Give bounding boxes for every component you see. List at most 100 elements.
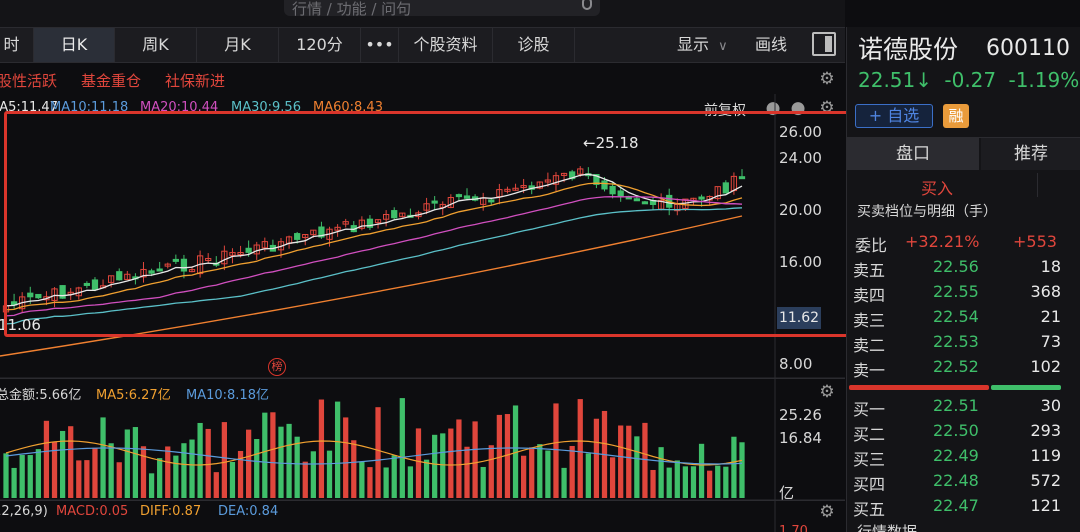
volume-bar [407,466,414,498]
tab-orderbook[interactable]: 盘口 [847,138,979,170]
buy-level-row[interactable]: 买四 22.48 572 [847,471,1080,495]
volume-bar [148,473,155,498]
add-watchlist-button[interactable]: + 自选 [855,104,933,128]
volume-bar [367,467,373,498]
volume-bar [674,460,680,498]
volume-bar [189,439,195,498]
volume-bar [84,460,90,498]
gear-icon[interactable]: ⚙ [819,71,835,88]
buy-level-row[interactable]: 买二 22.50 293 [847,421,1080,445]
buy-button[interactable]: 买入 [921,175,953,199]
volume-bar [229,461,236,498]
volume-bar [43,420,50,498]
macd-params: (12,26,9) [0,504,48,519]
level-label: 买五 [853,500,886,519]
volume-bar [140,446,147,498]
volume-bar [577,399,583,498]
volume-bar [731,436,737,498]
volume-bar [520,455,527,498]
search-input[interactable]: 行情 / 功能 / 问句 [284,0,600,18]
volume-bar [334,401,341,498]
volume-bar [343,417,349,498]
microphone-icon[interactable] [582,0,592,10]
volume-bar [391,455,397,498]
volume-bar [35,449,41,498]
stock-code: 600110 [986,36,1070,61]
volume-bar [326,450,333,498]
volume-bar [351,440,357,498]
rank-badge[interactable]: 榜 [268,358,286,376]
tab-monthly-k[interactable]: 月K [197,28,279,62]
volume-ma5-label: MA5:6.27亿 [96,388,171,403]
volume-bar [181,443,187,498]
draw-line-button[interactable]: 画线 [755,28,787,62]
volume-bar [585,453,591,498]
last-price: 22.51↓ [858,68,933,92]
ratio-diff: +553 [1013,232,1057,251]
ratio-pct: +32.21% [905,232,980,251]
divider [1037,173,1038,197]
sell-level-row[interactable]: 卖四 22.55 368 [847,282,1080,306]
volume-bar [68,426,74,498]
volume-bar [116,462,122,498]
gear-icon[interactable]: ⚙ [819,384,835,401]
sell-ratio-bar [849,385,989,390]
volume-bar [270,412,276,498]
tag-active[interactable]: 股性活跃 [0,70,57,91]
level-price: 22.52 [933,357,979,376]
sell-level-row[interactable]: 卖三 22.54 21 [847,307,1080,331]
volume-bar [213,472,219,498]
volume-ma10-label: MA10:8.18亿 [186,388,269,403]
level-label: 卖四 [853,286,886,305]
level-price: 22.49 [933,446,979,465]
tab-120min[interactable]: 120分 [279,28,361,62]
volume-bar [197,422,203,498]
tab-diagnosis[interactable]: 诊股 [493,28,575,62]
order-ratio-row: 委比 +32.21% +553 [847,232,1080,256]
level-volume: 293 [1030,421,1061,440]
volume-bar [609,457,616,498]
volume-bar [92,447,98,498]
buy-level-row[interactable]: 买五 22.47 121 [847,496,1080,520]
volume-bar [3,453,9,498]
tab-daily-k[interactable]: 日K [34,28,115,62]
level-volume: 121 [1030,496,1061,515]
volume-bar [124,429,130,498]
volume-bar [100,417,106,498]
level-price: 22.53 [933,332,979,351]
buy-level-row[interactable]: 买三 22.49 119 [847,446,1080,470]
macd-tick: 1.70 [779,524,808,532]
volume-bar [488,445,494,498]
sell-level-row[interactable]: 卖二 22.53 73 [847,332,1080,356]
highlight-box [4,111,912,337]
buy-level-row[interactable]: 买一 22.51 30 [847,396,1080,420]
sell-level-row[interactable]: 卖一 22.52 102 [847,357,1080,381]
tag-fund-holding[interactable]: 基金重仓 [81,70,141,91]
level-label: 买一 [853,400,886,419]
volume-bar [11,467,17,498]
level-volume: 30 [1040,396,1061,415]
volume-bar [173,455,179,498]
level-price: 22.51 [933,396,979,415]
more-tabs-button[interactable]: ••• [361,28,399,62]
sell-level-row[interactable]: 卖五 22.56 18 [847,257,1080,281]
tag-social-security[interactable]: 社保新进 [165,70,225,91]
gear-icon[interactable]: ⚙ [819,504,835,521]
tab-weekly-k[interactable]: 周K [115,28,197,62]
level-price: 22.50 [933,421,979,440]
level-label: 卖五 [853,261,886,280]
display-label: 显示 [677,35,710,54]
volume-bar [254,439,260,498]
volume-bar [707,470,713,498]
tab-recommend[interactable]: 推荐 [981,138,1080,170]
tab-company-info[interactable]: 个股资料 [399,28,493,62]
dea-label: DEA:0.84 [218,504,279,519]
volume-bar [715,465,721,498]
volume-bar [723,466,729,498]
tab-intraday[interactable]: 时 [0,28,34,62]
panel-toggle-icon[interactable] [812,32,836,56]
level-price: 22.48 [933,471,979,490]
display-dropdown[interactable]: 显示 ∨ [677,28,728,62]
level-label: 卖二 [853,336,886,355]
volume-ma5-line [5,440,743,466]
